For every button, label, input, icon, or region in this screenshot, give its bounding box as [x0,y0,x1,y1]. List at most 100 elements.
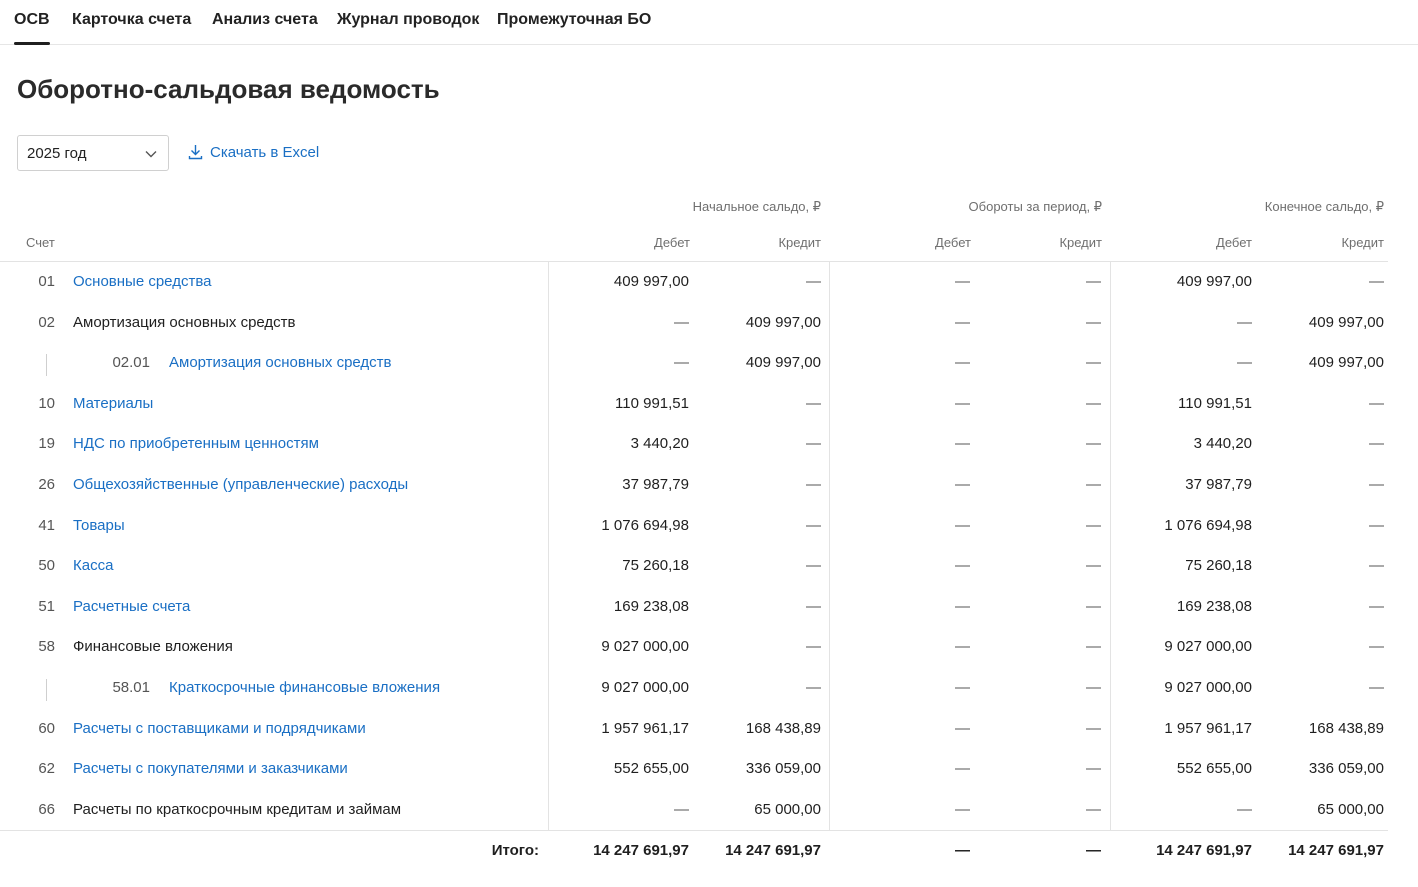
table-row: 58 Финансовые вложения 9 027 000,00 — — — 9 02… [0,630,1390,670]
cell-closing-credit: — [1369,273,1384,290]
cell-opening-credit: — [806,679,821,696]
cell-closing-credit: 409 997,00 [1308,354,1384,371]
table-row: 62 Расчеты с покупателями и заказчиками 55… [0,752,1390,792]
cell-turnover-debit: — [955,395,970,412]
header-account: Счет [26,235,55,250]
account-name-link[interactable]: НДС по приобретенным ценностям [73,435,319,452]
sub-account-indent [46,354,47,376]
cell-closing-credit: — [1369,638,1384,655]
table-row: 60 Расчеты с поставщиками и подрядчиками 1… [0,712,1390,752]
cell-opening-debit: — [674,354,689,371]
cell-turnover-debit: — [955,314,970,331]
cell-closing-credit: 65 000,00 [1317,801,1384,818]
account-name-link[interactable]: Материалы [73,395,153,412]
total-turnover-credit: — [1086,842,1101,859]
cell-closing-credit: — [1369,598,1384,615]
cell-closing-debit: 110 991,51 [1178,395,1252,412]
account-name-link[interactable]: Расчеты с покупателями и заказчиками [73,760,348,777]
total-closing-debit: 14 247 691,97 [1156,842,1252,859]
cell-opening-credit: — [806,395,821,412]
account-name-link[interactable]: Расчеты с поставщиками и подрядчиками [73,720,366,737]
cell-turnover-debit: — [955,517,970,534]
cell-turnover-credit: — [1086,679,1101,696]
cell-turnover-debit: — [955,557,970,574]
cell-turnover-debit: — [955,476,970,493]
account-code: 51 [38,598,55,615]
cell-turnover-credit: — [1086,395,1101,412]
account-code: 50 [38,557,55,574]
cell-opening-debit: — [674,801,689,818]
cell-opening-credit: 409 997,00 [745,354,821,371]
account-code: 02.01 [112,354,150,371]
header-turnover-debit: Дебет [935,235,971,250]
cell-turnover-debit: — [955,598,970,615]
cell-turnover-debit: — [955,679,970,696]
cell-opening-credit: — [806,598,821,615]
cell-turnover-credit: — [1086,760,1101,777]
account-name: Финансовые вложения [73,638,233,655]
total-closing-credit: 14 247 691,97 [1288,842,1384,859]
cell-opening-credit: — [806,476,821,493]
cell-turnover-credit: — [1086,435,1101,452]
account-code: 60 [38,720,55,737]
account-code: 66 [38,801,55,818]
account-code: 26 [38,476,55,493]
header-closing-balance: Конечное сальдо, ₽ [1264,199,1384,214]
cell-closing-debit: — [1237,801,1252,818]
account-code: 41 [38,517,55,534]
table-row: 66 Расчеты по краткосрочным кредитам и за… [0,793,1390,833]
cell-opening-debit: 169 238,08 [613,598,689,615]
cell-closing-debit: — [1237,314,1252,331]
sub-account-indent [46,679,47,701]
total-turnover-debit: — [955,842,970,859]
cell-closing-debit: 9 027 000,00 [1164,638,1252,655]
account-code: 01 [38,273,55,290]
cell-closing-credit: — [1369,679,1384,696]
account-code: 62 [38,760,55,777]
cell-turnover-credit: — [1086,801,1101,818]
header-turnover: Обороты за период, ₽ [968,199,1102,214]
account-name-link[interactable]: Расчетные счета [73,598,190,615]
cell-opening-debit: 1 957 961,17 [601,720,689,737]
total-opening-debit: 14 247 691,97 [593,842,689,859]
cell-opening-debit: 552 655,00 [613,760,689,777]
cell-closing-credit: — [1369,517,1384,534]
cell-opening-debit: 3 440,20 [630,435,689,452]
account-name-link[interactable]: Амортизация основных средств [169,354,392,371]
cell-turnover-debit: — [955,760,970,777]
cell-turnover-credit: — [1086,598,1101,615]
account-name-link[interactable]: Товары [73,517,125,534]
account-name-link[interactable]: Касса [73,557,113,574]
cell-closing-credit: — [1369,557,1384,574]
account-name-link[interactable]: Общехозяйственные (управленческие) расхо… [73,476,408,493]
osv-page: ОСВ Карточка счета Анализ счета Журнал п… [0,0,1418,887]
cell-turnover-credit: — [1086,557,1101,574]
cell-opening-credit: 336 059,00 [745,760,821,777]
account-code: 58.01 [112,679,150,696]
cell-opening-debit: 9 027 000,00 [601,679,689,696]
cell-closing-credit: — [1369,435,1384,452]
cell-closing-credit: 336 059,00 [1308,760,1384,777]
cell-turnover-credit: — [1086,638,1101,655]
cell-opening-credit: 168 438,89 [745,720,821,737]
cell-opening-credit: — [806,638,821,655]
cell-closing-debit: 3 440,20 [1193,435,1252,452]
cell-turnover-debit: — [955,638,970,655]
cell-closing-debit: 409 997,00 [1176,273,1252,290]
cell-opening-debit: 37 987,79 [622,476,689,493]
account-name-link[interactable]: Краткосрочные финансовые вложения [169,679,440,696]
cell-closing-credit: — [1369,395,1384,412]
cell-opening-credit: — [806,273,821,290]
cell-turnover-credit: — [1086,354,1101,371]
header-closing-debit: Дебет [1216,235,1252,250]
cell-closing-credit: 168 438,89 [1308,720,1384,737]
total-opening-credit: 14 247 691,97 [725,842,821,859]
account-code: 19 [38,435,55,452]
cell-closing-debit: 169 238,08 [1176,598,1252,615]
cell-opening-credit: 65 000,00 [754,801,821,818]
cell-opening-debit: 409 997,00 [613,273,689,290]
cell-opening-credit: 409 997,00 [745,314,821,331]
table-row: 58.01 Краткосрочные финансовые вложения 9 … [0,671,1390,711]
cell-turnover-debit: — [955,801,970,818]
account-name-link[interactable]: Основные средства [73,273,211,290]
